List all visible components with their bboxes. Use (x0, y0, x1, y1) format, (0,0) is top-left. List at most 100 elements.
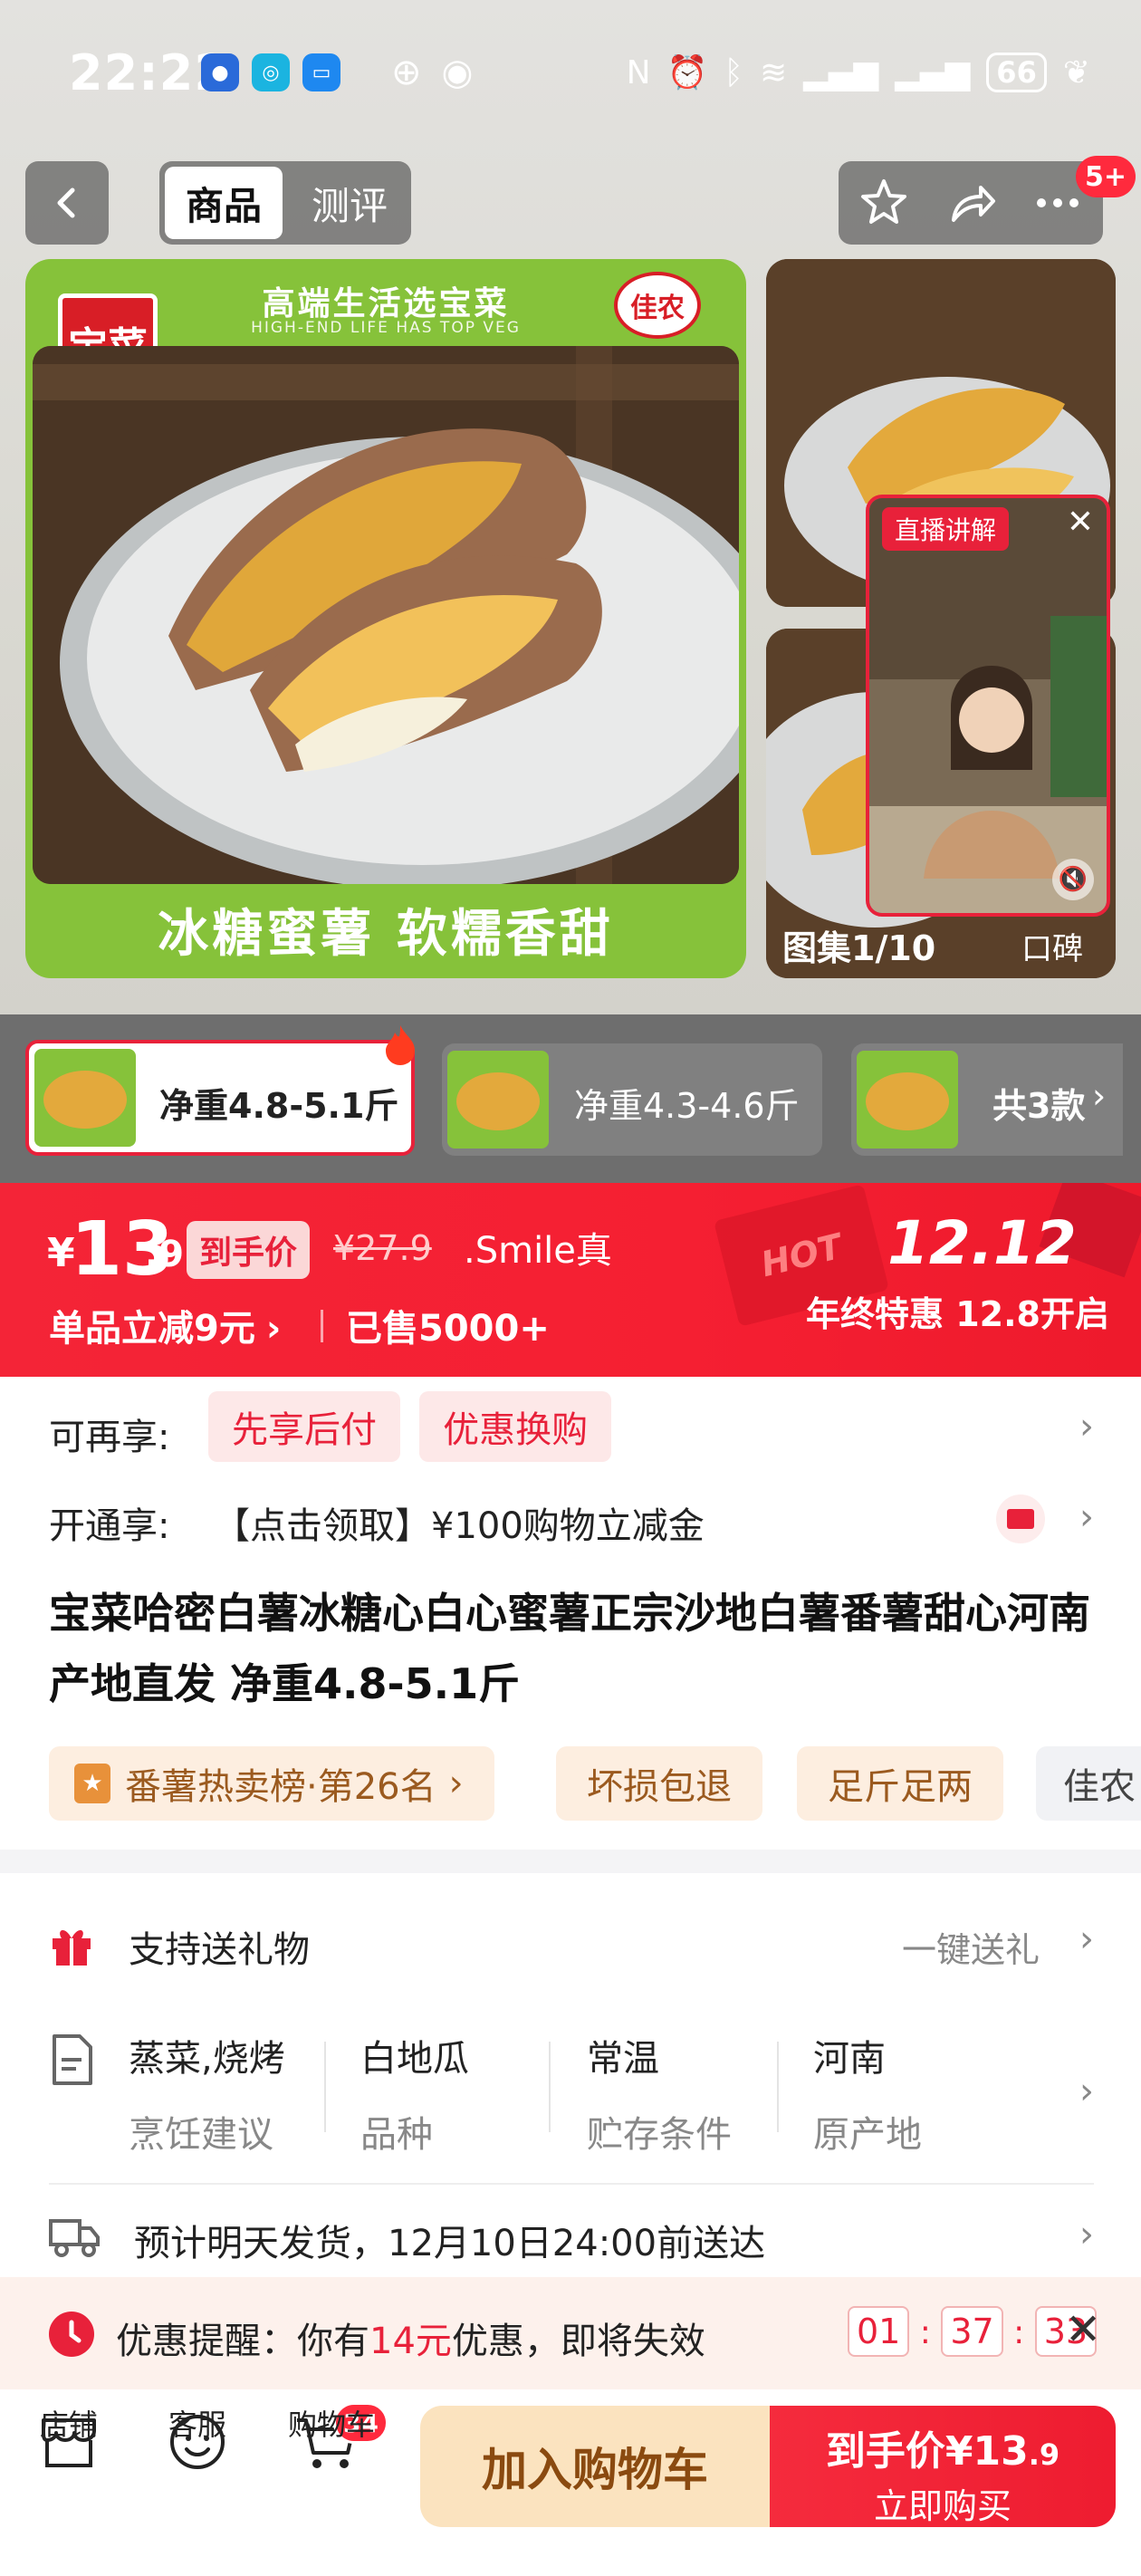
chevron-right-icon: › (1092, 1076, 1107, 1116)
variant-more[interactable]: 共3款 › (851, 1043, 1123, 1156)
close-live-icon[interactable]: ✕ (1067, 504, 1094, 541)
spec-cooking: 蒸菜,烧烤 烹饪建议 (129, 2038, 285, 2156)
tab-store[interactable]: 店铺 (14, 2402, 123, 2444)
add-to-cart-button[interactable]: 加入购物车 (420, 2406, 770, 2527)
status-app-icons: ● ◎ ▭ ⊕ ◉ (188, 36, 473, 109)
sweet-potato-photo (33, 346, 739, 884)
variant-more-label: 共3款 (992, 1086, 1086, 1126)
hero-caption: 冰糖蜜薯 软糯香甜 (158, 905, 614, 964)
brand-note: .Smile真 (464, 1230, 612, 1272)
gift-icon (49, 1922, 94, 1967)
variant-thumb (447, 1051, 549, 1149)
message-app-icon: ▭ (302, 53, 340, 91)
battery-icon: 66 (986, 53, 1047, 92)
send-gift-link[interactable]: 一键送礼 (902, 1922, 1040, 1972)
wifi-icon: ≋ (760, 53, 788, 91)
more-icon (1037, 198, 1046, 207)
sold-count: 已售5000+ (346, 1308, 550, 1350)
nfc-icon: N (626, 53, 651, 91)
return-tag: 坏损包退 (556, 1746, 762, 1821)
reminder-amount: 14元 (369, 2321, 452, 2362)
promo-text: 年终特惠 12.8开启 (806, 1294, 1109, 1334)
product-gallery-area: 22:22 ● ◎ ▭ ⊕ ◉ N ⏰ ᛒ ≋ ▂▄▆ ▂▄▆ 66 ❦ 商品 … (0, 0, 1141, 1014)
original-price: ¥27.9 (333, 1228, 432, 1268)
star-icon (861, 179, 906, 224)
variant-thumb (34, 1049, 136, 1147)
bluetooth-icon: ᛒ (724, 53, 743, 91)
countdown-minutes: 37 (941, 2306, 1003, 2357)
spec-variety: 白地瓜 品种 (360, 2038, 469, 2156)
chevron-right-icon[interactable]: › (1079, 1496, 1094, 1538)
buy-label: 到手价 (825, 2428, 945, 2475)
favorite-button[interactable] (851, 170, 916, 235)
close-icon[interactable]: ✕ (1065, 2304, 1101, 2355)
notification-badge: 5+ (1076, 156, 1136, 197)
trade-in-pill[interactable]: 优惠换购 (419, 1391, 612, 1462)
chevron-right-icon[interactable]: › (1079, 1918, 1094, 1960)
variant-label: 净重4.3-4.6斤 (574, 1086, 800, 1126)
partner-tag: 佳农 (1036, 1746, 1141, 1821)
hero-image[interactable]: 宝菜 高端生活选宝菜 HIGH-END LIFE HAS TOP VEG 佳农 … (25, 259, 746, 978)
pay-later-pill[interactable]: 先享后付 (208, 1391, 400, 1462)
tab-cart[interactable]: 购物车 (277, 2402, 386, 2444)
benefits-section: 可再享: 先享后付 优惠换购 › 开通享: 【点击领取】¥100购物立减金 › (0, 1377, 1141, 1578)
spec-origin: 河南 原产地 (813, 2038, 922, 2156)
benefit-label: 可再享: (49, 1417, 170, 1458)
card-icon (996, 1495, 1045, 1543)
promo-date: 12.12 (887, 1208, 1077, 1278)
reminder-text: 优惠提醒：你有14元优惠，即将失效 (116, 2321, 705, 2362)
product-info: 宝菜哈密白薯冰糖心白心蜜薯正宗沙地白薯番薯甜心河南产地直发 净重4.8-5.1斤… (0, 1578, 1141, 1850)
gallery-counter: 图集1/10 (782, 928, 936, 968)
chevron-right-icon: › (265, 1308, 282, 1350)
shipping-estimate: 预计明天发货，12月10日24:00前送达 (134, 2223, 766, 2264)
eye-icon: ◉ (441, 52, 474, 93)
notification-icon: ⊕ (391, 52, 422, 93)
spec-storage: 常温 贮存条件 (587, 2038, 732, 2156)
price-banner: ¥ 13 .9 到手价 ¥27.9 .Smile真 单品立减9元 › 已售5000… (0, 1183, 1141, 1377)
hot-flame-icon (382, 1024, 418, 1065)
mute-icon[interactable]: 🔇 (1052, 859, 1094, 900)
live-stream-window[interactable]: 直播讲解 ✕ 🔇 (866, 495, 1110, 917)
back-button[interactable] (25, 161, 109, 245)
chevron-right-icon[interactable]: › (1079, 1406, 1094, 1447)
variant-option[interactable]: 净重4.3-4.6斤 (442, 1043, 822, 1156)
benefit-label: 开通享: (49, 1505, 170, 1547)
share-button[interactable] (940, 170, 1005, 235)
document-icon (49, 2033, 96, 2087)
variant-option-selected[interactable]: 净重4.8-5.1斤 (25, 1040, 415, 1156)
chevron-right-icon[interactable]: › (1079, 2071, 1094, 2112)
chevron-right-icon[interactable]: › (1079, 2214, 1094, 2255)
truck-icon (49, 2216, 100, 2257)
leaf-icon: ❦ (1062, 53, 1090, 91)
variant-bar: 净重4.8-5.1斤 净重4.3-4.6斤 共3款 › (0, 1014, 1141, 1183)
app-icon: ● (201, 53, 239, 91)
buy-now-label: 立即购买 (873, 2486, 1012, 2526)
countdown-timer: 01 : 37 : 33 (848, 2306, 1098, 2357)
buy-price: ¥13 (944, 2428, 1029, 2475)
signal-icon: ▂▄▆ (895, 53, 971, 91)
price-decimal: .9 (145, 1234, 185, 1275)
tab-product[interactable]: 商品 (165, 167, 283, 239)
app-icon: ◎ (252, 53, 290, 91)
tab-service[interactable]: 客服 (143, 2402, 252, 2444)
partner-logo: 佳农 (614, 272, 701, 339)
clock-icon (49, 2312, 94, 2357)
variant-thumb (857, 1051, 958, 1149)
final-price-badge: 到手价 (187, 1221, 311, 1279)
tab-switch: 商品 测评 (159, 161, 411, 245)
ranking-tag[interactable]: ★ 番薯热卖榜·第26名 › (49, 1746, 494, 1821)
alarm-icon: ⏰ (666, 54, 708, 91)
signal-icon: ▂▄▆ (803, 53, 879, 91)
tab-review[interactable]: 测评 (295, 167, 404, 239)
variant-label: 净重4.8-5.1斤 (159, 1086, 399, 1126)
top-actions (839, 161, 1103, 245)
live-label: 直播讲解 (882, 507, 1010, 551)
voucher-offer[interactable]: 【点击领取】¥100购物立减金 (214, 1496, 705, 1549)
rank-badge-icon: ★ (74, 1764, 110, 1803)
discount-link[interactable]: 单品立减9元 › (49, 1299, 281, 1351)
gift-label: 支持送礼物 (129, 1929, 310, 1971)
buy-now-button[interactable]: 到手价¥13.9 立即购买 (770, 2406, 1116, 2527)
weight-tag: 足斤足两 (797, 1746, 1003, 1821)
reviews-link[interactable]: 口碑 (1021, 924, 1083, 968)
countdown-hours: 01 (848, 2306, 910, 2357)
